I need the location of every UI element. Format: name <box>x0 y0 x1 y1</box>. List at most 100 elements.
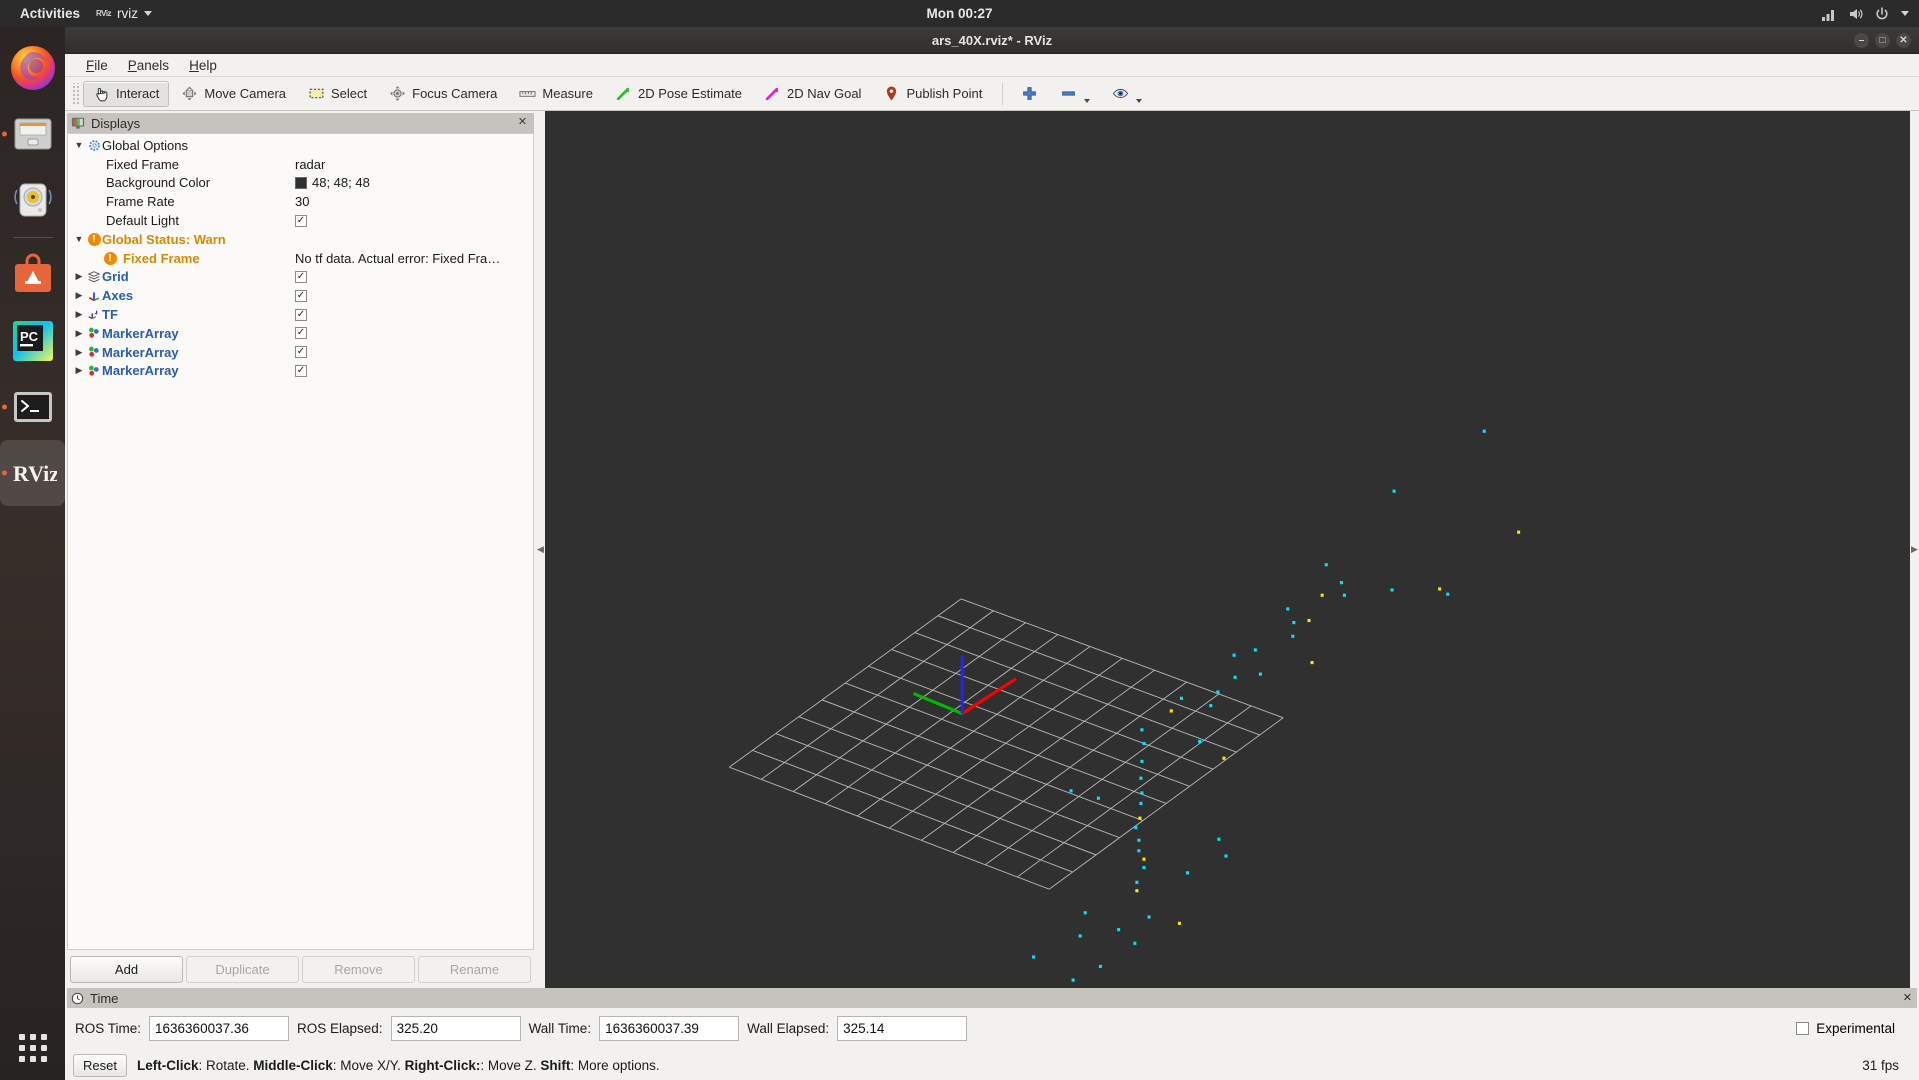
displays-tree[interactable]: ▼ Global Options Fixed Frame radar Backg… <box>67 133 534 950</box>
tree-row-marker-array-1[interactable]: ▶ MarkerArray ✓ <box>68 324 533 343</box>
tree-row-marker-array-2[interactable]: ▶ MarkerArray ✓ <box>68 343 533 362</box>
tool-2d-nav-goal[interactable]: 2D Nav Goal <box>754 81 871 107</box>
close-icon[interactable]: ✕ <box>1903 991 1912 1004</box>
grid-line <box>821 699 1144 822</box>
tree-value-fixed-frame[interactable]: radar <box>295 157 325 172</box>
menu-file[interactable]: File <box>77 56 117 75</box>
svg-text:PC: PC <box>20 329 39 344</box>
menu-help-mnemonic: H <box>189 57 199 73</box>
tree-value-axes[interactable]: ✓ <box>295 289 307 302</box>
time-panel-header: Time ✕ <box>67 988 1917 1008</box>
tree-row-status-fixed-frame[interactable]: ! Fixed Frame No tf data. Actual error: … <box>68 249 533 268</box>
tree-row-default-light[interactable]: Default Light ✓ <box>68 211 533 230</box>
expand-arrow-icon[interactable]: ▶ <box>72 271 86 282</box>
tool-interact[interactable]: Interact <box>83 80 170 107</box>
checkbox-checked[interactable]: ✓ <box>295 289 307 302</box>
expand-arrow-icon[interactable]: ▶ <box>72 365 86 376</box>
expand-arrow-icon[interactable]: ▼ <box>72 140 86 150</box>
tool-move-camera[interactable]: Move Camera <box>171 81 296 107</box>
power-icon[interactable] <box>1874 6 1890 22</box>
chevron-down-icon[interactable] <box>1136 98 1143 103</box>
reset-button[interactable]: Reset <box>73 1053 127 1077</box>
network-icon[interactable] <box>1820 6 1836 22</box>
ros-time-input[interactable]: 1636360037.36 <box>149 1015 290 1041</box>
tool-2d-pose-estimate[interactable]: 2D Pose Estimate <box>605 81 752 107</box>
menu-help-rest: elp <box>198 57 217 73</box>
tree-row-background-color[interactable]: Background Color 48; 48; 48 <box>68 174 533 193</box>
tree-value-frame-rate[interactable]: 30 <box>295 194 309 209</box>
tree-value-tf[interactable]: ✓ <box>295 308 307 321</box>
dock-item-files[interactable] <box>0 101 65 167</box>
tree-row-grid[interactable]: ▶ Grid ✓ <box>68 268 533 287</box>
expand-arrow-icon[interactable]: ▼ <box>72 234 86 244</box>
tree-row-frame-rate[interactable]: Frame Rate 30 <box>68 192 533 211</box>
tree-row-marker-array-3[interactable]: ▶ MarkerArray ✓ <box>68 362 533 381</box>
tool-measure[interactable]: Measure <box>509 81 603 107</box>
radar-marker-point <box>1291 634 1295 638</box>
tree-value-marker-array-3[interactable]: ✓ <box>295 364 307 377</box>
running-indicator <box>2 470 7 476</box>
expand-arrow-icon[interactable]: ▶ <box>72 347 86 358</box>
system-tray[interactable] <box>1820 0 1909 27</box>
checkbox-checked[interactable]: ✓ <box>295 270 307 283</box>
dock-item-rhythmbox[interactable] <box>0 167 65 233</box>
checkbox-unchecked[interactable] <box>1796 1021 1810 1035</box>
chevron-down-icon[interactable] <box>1084 98 1091 103</box>
clock-button[interactable]: Mon 00:27 <box>0 0 1919 27</box>
checkbox-checked[interactable]: ✓ <box>295 364 307 377</box>
dock-item-terminal[interactable] <box>0 374 65 440</box>
expand-arrow-icon[interactable]: ▶ <box>72 290 86 301</box>
tree-row-global-options[interactable]: ▼ Global Options <box>68 136 533 155</box>
expand-arrow-icon[interactable]: ▶ <box>72 328 86 339</box>
dock-item-firefox[interactable] <box>0 35 65 101</box>
menu-help[interactable]: Help <box>180 56 226 75</box>
window-title-bar[interactable]: ars_40X.rviz* - RViz – □ ✕ <box>65 27 1919 54</box>
ros-elapsed-input[interactable]: 325.20 <box>390 1015 521 1041</box>
show-applications-button[interactable] <box>0 1034 65 1062</box>
tree-value-default-light[interactable]: ✓ <box>295 214 307 227</box>
tree-value-marker-array-1[interactable]: ✓ <box>295 327 307 340</box>
close-icon[interactable]: ✕ <box>516 116 529 129</box>
chevron-down-icon[interactable] <box>1901 11 1909 16</box>
tree-value-grid[interactable]: ✓ <box>295 270 307 283</box>
gear-icon <box>86 139 102 152</box>
tree-value-background-color[interactable]: 48; 48; 48 <box>295 175 370 190</box>
dock-item-pycharm[interactable]: PC <box>0 308 65 374</box>
close-button[interactable]: ✕ <box>1896 33 1911 48</box>
experimental-checkbox[interactable]: Experimental <box>1796 1021 1909 1036</box>
minimize-button[interactable]: – <box>1854 33 1869 48</box>
maximize-button[interactable]: □ <box>1875 33 1890 48</box>
tree-row-global-status[interactable]: ▼ ! Global Status: Warn <box>68 230 533 249</box>
tool-publish-point[interactable]: Publish Point <box>873 81 992 107</box>
tool-properties[interactable] <box>1102 81 1152 107</box>
checkbox-checked[interactable]: ✓ <box>295 327 307 340</box>
tree-row-fixed-frame[interactable]: Fixed Frame radar <box>68 155 533 174</box>
tool-focus-camera[interactable]: Focus Camera <box>379 81 507 107</box>
tree-value-marker-array-2[interactable]: ✓ <box>295 346 307 359</box>
tree-row-tf[interactable]: ▶ TF ✓ <box>68 305 533 324</box>
toolbar-grip[interactable] <box>71 82 79 105</box>
dock-item-ubuntu-software[interactable] <box>0 242 65 308</box>
tool-add[interactable] <box>1011 81 1048 107</box>
radar-marker-point <box>1098 964 1102 969</box>
tool-select[interactable]: Select <box>298 81 377 107</box>
expand-arrow-icon[interactable]: ▶ <box>72 309 86 320</box>
dock-item-rviz[interactable]: RViz <box>0 440 65 506</box>
add-button[interactable]: Add <box>70 955 183 983</box>
splitter-right[interactable]: ▶ <box>1910 111 1919 988</box>
tree-row-axes[interactable]: ▶ Axes ✓ <box>68 286 533 305</box>
menu-panels[interactable]: Panels <box>119 56 178 75</box>
volume-icon[interactable] <box>1847 6 1863 22</box>
splitter-left[interactable]: ◀ <box>536 111 545 988</box>
radar-marker-point <box>1078 934 1082 938</box>
3d-viewport[interactable] <box>545 111 1910 988</box>
checkbox-checked[interactable]: ✓ <box>295 308 307 321</box>
tree-label: MarkerArray <box>102 325 179 341</box>
radar-marker-point <box>1438 587 1442 591</box>
wall-time-input[interactable]: 1636360037.39 <box>599 1015 740 1041</box>
wall-elapsed-input[interactable]: 325.14 <box>837 1015 968 1041</box>
tool-remove[interactable] <box>1050 81 1100 107</box>
checkbox-checked[interactable]: ✓ <box>295 214 307 227</box>
radar-marker-point <box>1339 581 1343 585</box>
checkbox-checked[interactable]: ✓ <box>295 346 307 359</box>
